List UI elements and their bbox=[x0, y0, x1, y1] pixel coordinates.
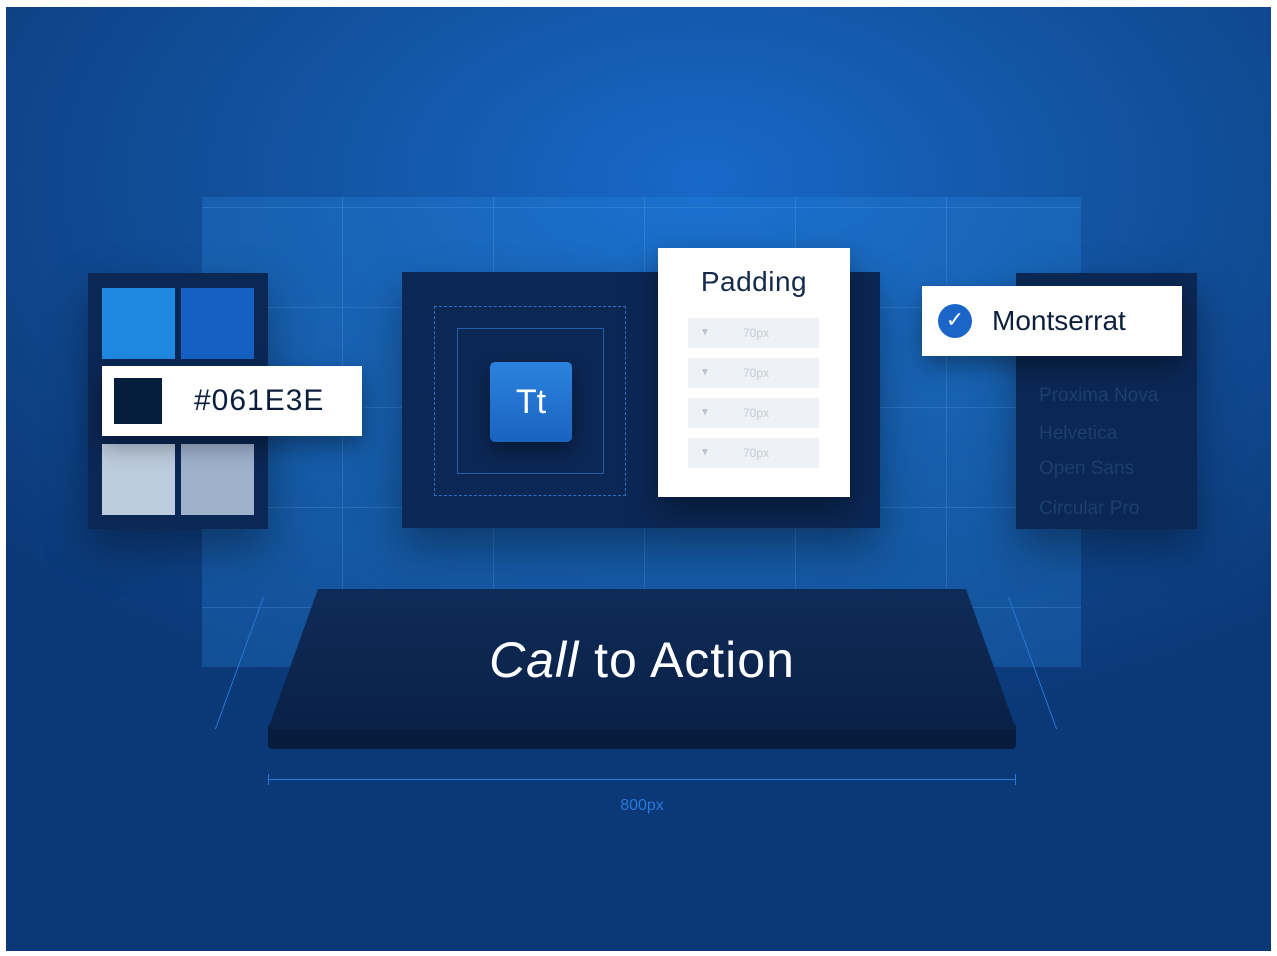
color-swatch[interactable] bbox=[102, 444, 175, 515]
selected-color-card[interactable]: #061E3E bbox=[102, 366, 362, 436]
padding-card: Padding ▼ 70px ▼ 70px ▼ 70px ▼ 70px bbox=[658, 248, 850, 497]
padding-field[interactable]: ▼ 70px bbox=[688, 318, 819, 348]
color-swatch[interactable] bbox=[181, 444, 254, 515]
font-option[interactable]: Circular Pro bbox=[1039, 498, 1139, 520]
selected-font-card[interactable]: ✓ Montserrat bbox=[922, 286, 1182, 356]
triangle-down-icon: ▼ bbox=[700, 407, 710, 418]
triangle-down-icon: ▼ bbox=[700, 447, 710, 458]
cta-label: Call to Action bbox=[489, 632, 795, 688]
selected-font-name: Montserrat bbox=[992, 305, 1126, 336]
selected-color-chip bbox=[114, 378, 162, 424]
check-circle-icon: ✓ bbox=[938, 304, 972, 338]
color-swatch[interactable] bbox=[181, 288, 254, 359]
width-dimension-tick bbox=[1015, 774, 1016, 785]
padding-field[interactable]: ▼ 70px bbox=[688, 398, 819, 428]
color-swatch[interactable] bbox=[102, 288, 175, 359]
font-option[interactable]: Open Sans bbox=[1039, 458, 1134, 480]
width-label: 800px bbox=[620, 797, 664, 814]
triangle-down-icon: ▼ bbox=[700, 367, 710, 378]
padding-field[interactable]: ▼ 70px bbox=[688, 358, 819, 388]
padding-title: Padding bbox=[700, 266, 808, 297]
color-hex-value: #061E3E bbox=[194, 384, 325, 417]
width-dimension-tick bbox=[268, 774, 269, 785]
padding-field[interactable]: ▼ 70px bbox=[688, 438, 819, 468]
font-option[interactable]: Helvetica bbox=[1039, 423, 1117, 445]
text-style-button[interactable]: Tt bbox=[490, 362, 572, 442]
width-dimension-line bbox=[268, 779, 1016, 780]
call-to-action-button[interactable]: Call to Action bbox=[268, 589, 1016, 729]
font-option[interactable]: Proxima Nova bbox=[1039, 385, 1158, 407]
triangle-down-icon: ▼ bbox=[700, 327, 710, 338]
canvas: #061E3E Tt Padding ▼ 70px ▼ 70px ▼ 70px … bbox=[6, 7, 1271, 951]
